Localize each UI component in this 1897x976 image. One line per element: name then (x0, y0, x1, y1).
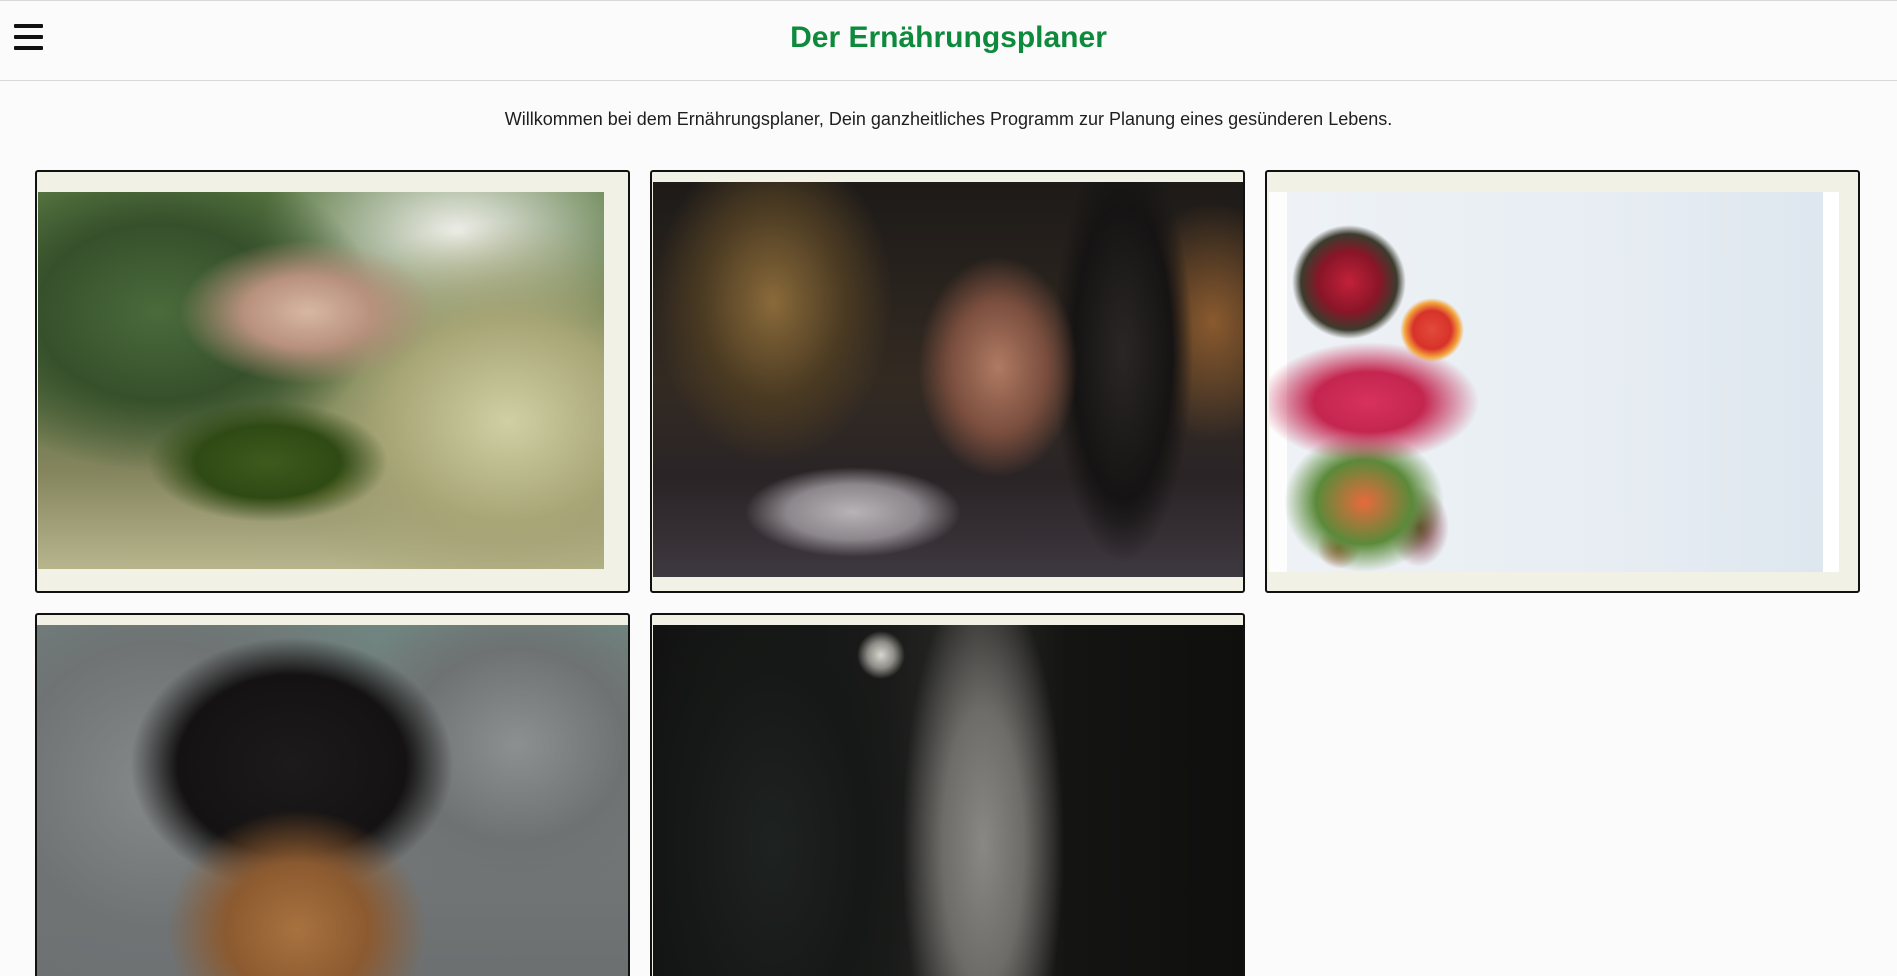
card-fruit[interactable] (1265, 170, 1860, 593)
gym-barbell-photo (653, 182, 1243, 577)
card-cooking[interactable] (35, 170, 630, 593)
card-portrait[interactable] (35, 613, 630, 976)
app-title: Der Ernährungsplaner (790, 21, 1107, 54)
man-portrait-photo (37, 625, 628, 976)
card-dark-gym[interactable] (650, 613, 1245, 976)
welcome-text: Willkommen bei dem Ernährungsplaner, Dei… (504, 109, 1393, 129)
fresh-fruit-photo (1269, 192, 1839, 572)
top-bar: Der Ernährungsplaner (0, 0, 1897, 81)
cooking-vegetables-photo (38, 192, 604, 569)
dark-gym-photo (653, 625, 1243, 976)
card-gym[interactable] (650, 170, 1245, 593)
